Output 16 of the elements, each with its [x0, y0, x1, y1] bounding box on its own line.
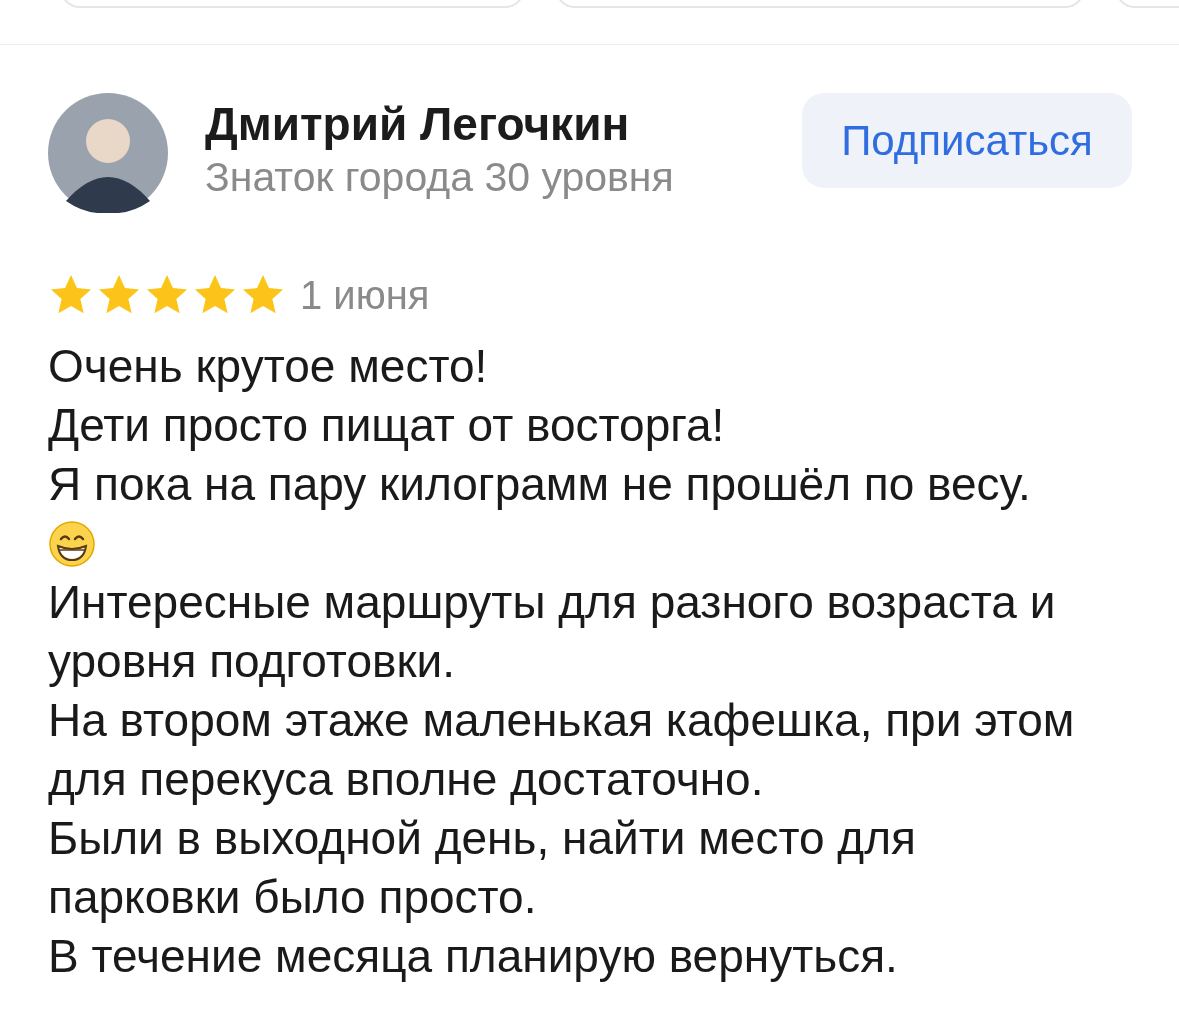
review-text-line: уровня подготовки.: [48, 634, 455, 689]
grinning-face-icon: [48, 519, 96, 568]
review-text-line: Очень крутое место!: [48, 339, 488, 394]
review-text-line: В течение месяца планирую вернуться.: [48, 929, 898, 984]
review-date: 1 июня: [300, 272, 430, 319]
review-text-line: Дети просто пищат от восторга!: [48, 398, 725, 453]
review-text-line: Были в выходной день, найти место для: [48, 811, 916, 866]
review-text-line: На втором этаже маленькая кафешка, при этом: [48, 693, 1075, 748]
review-text-line: парковки было просто.: [48, 870, 537, 925]
author-level: Знаток города 30 уровня: [205, 153, 674, 202]
author-name[interactable]: Дмитрий Легочкин: [205, 99, 674, 149]
review-text-line: Интересные маршруты для разного возраста и: [48, 575, 1056, 630]
review-text-line: для перекуса вполне достаточно.: [48, 752, 764, 807]
avatar[interactable]: [48, 93, 168, 213]
subscribe-button[interactable]: Подписаться: [802, 93, 1132, 188]
review-text-line: Я пока на пару килограмм не прошёл по весу.: [48, 457, 1031, 512]
